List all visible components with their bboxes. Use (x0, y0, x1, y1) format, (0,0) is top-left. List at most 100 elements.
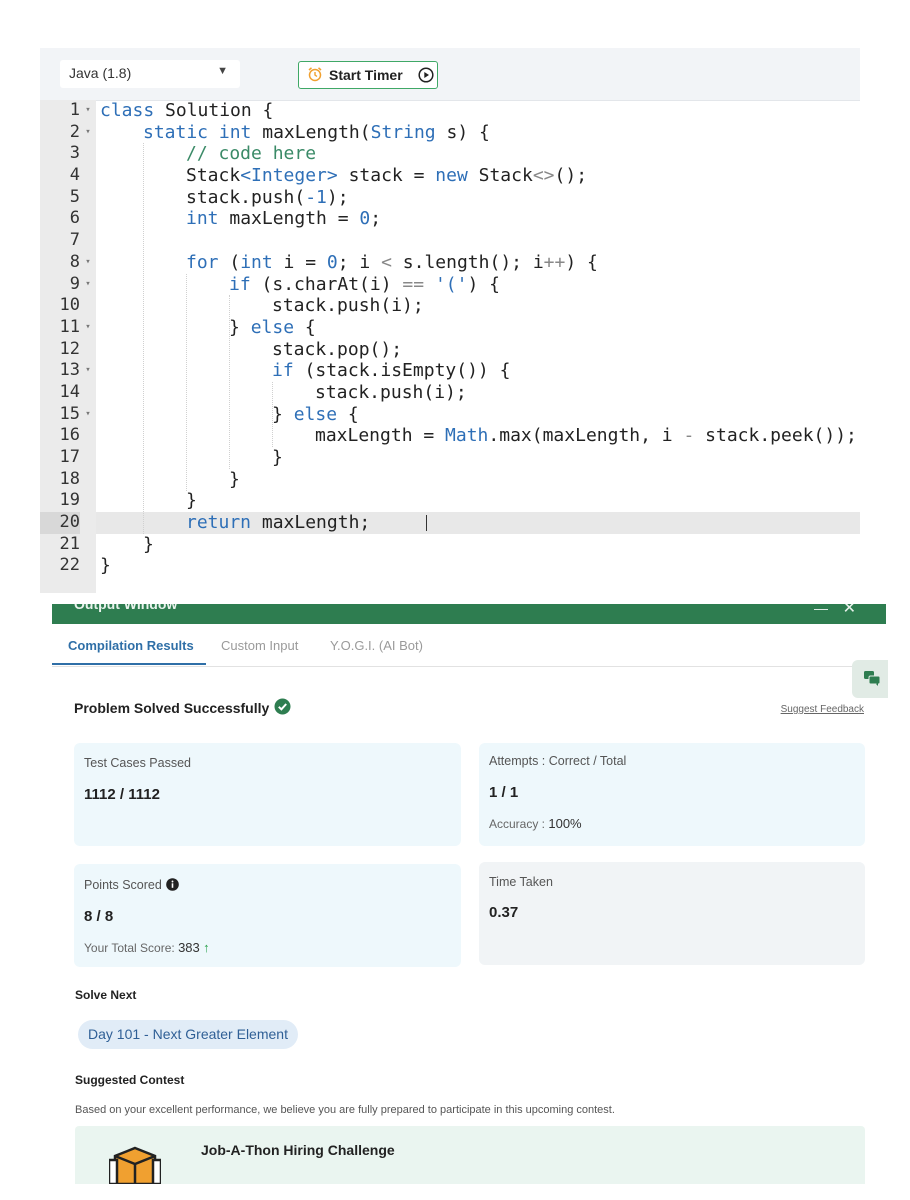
code-line[interactable]: 21} (40, 534, 860, 556)
accuracy-value: 100% (548, 816, 582, 831)
close-icon[interactable]: ✕ (843, 604, 856, 618)
tab-custom-input[interactable]: Custom Input (221, 638, 298, 653)
code-line[interactable]: 19} (40, 490, 860, 512)
suggest-feedback-link[interactable]: Suggest Feedback (781, 704, 864, 715)
output-window-header: Output Window — ✕ (52, 604, 886, 624)
fold-arrow-icon[interactable]: ▾ (82, 252, 94, 274)
code-line[interactable]: 2 ▾ static int maxLength(String s) { (40, 122, 860, 144)
code-line[interactable]: 9 ▾ if (s.charAt(i) == '(') { (40, 274, 860, 296)
start-timer-button[interactable]: Start Timer (298, 61, 438, 89)
code-line[interactable]: 1 ▾ class Solution { (40, 100, 860, 122)
code-token: static (143, 121, 209, 143)
code-line[interactable]: 17} (40, 447, 860, 469)
code-token: // code here (186, 143, 317, 165)
code-token: Stack (186, 165, 241, 187)
code-line-content: class Solution { (96, 100, 860, 122)
code-text: stack.push(i); (272, 295, 424, 317)
language-select[interactable]: Java (1.8) ▼ (60, 60, 240, 88)
fold-arrow-icon[interactable]: ▾ (82, 360, 94, 382)
total-score-text: Your Total Score: 383 ↑ (84, 940, 210, 955)
code-token: ( (218, 251, 241, 273)
code-token: Solution { (154, 100, 274, 121)
code-line[interactable]: 12 stack.pop(); (40, 339, 860, 361)
code-line[interactable]: 8 ▾ for (int i = 0; i < s.length(); i++) { (40, 252, 860, 274)
contest-card[interactable]: Job-A-Thon Hiring Challenge (75, 1126, 865, 1184)
code-line-content: } (96, 534, 860, 556)
code-token: stack.peek()); (694, 425, 857, 447)
code-token: } (272, 403, 294, 425)
fold-arrow-icon[interactable]: ▾ (82, 317, 94, 339)
fold-arrow-icon[interactable]: ▾ (82, 404, 94, 426)
code-line[interactable]: 18} (40, 469, 860, 491)
fold-arrow-icon[interactable]: ▾ (82, 274, 94, 296)
code-line[interactable]: 4 Stack<Integer> stack = new Stack<>(); (40, 165, 860, 187)
code-text: } (229, 469, 240, 491)
line-number: 12 (59, 338, 80, 359)
start-timer-label: Start Timer (329, 67, 403, 83)
code-line[interactable]: 20 return maxLength; (40, 512, 860, 534)
code-line[interactable]: 6 int maxLength = 0; (40, 208, 860, 230)
code-token: <Integer> (240, 165, 338, 187)
code-area[interactable]: 1 ▾ class Solution {2 ▾ static int maxLength… (40, 100, 860, 577)
active-tab-underline (52, 663, 206, 665)
code-token: ) { (467, 273, 500, 295)
line-number: 1 (69, 100, 80, 120)
line-number: 19 (59, 490, 80, 511)
code-token: int (186, 208, 219, 230)
code-line[interactable]: 16 maxLength = Math.max(maxLength, i - st… (40, 425, 860, 447)
time-taken-card: Time Taken 0.37 (479, 862, 865, 965)
code-line-content: } else { (96, 404, 860, 426)
points-label-row: Points Scored (84, 878, 179, 894)
code-text: for (int i = 0; i < s.length(); i++) { (186, 252, 598, 274)
code-token: maxLength; (251, 512, 371, 534)
fold-arrow-icon[interactable]: ▾ (82, 122, 94, 144)
code-text: stack.pop(); (272, 339, 402, 361)
code-token: i = (272, 251, 327, 273)
attempts-value: 1 / 1 (489, 784, 519, 801)
code-line[interactable]: 11 ▾} else { (40, 317, 860, 339)
line-number: 11 (59, 316, 80, 337)
alarm-clock-icon (307, 66, 323, 87)
time-taken-value: 0.37 (489, 904, 519, 921)
minimize-icon[interactable]: — (814, 604, 828, 616)
line-number: 9 (69, 273, 80, 294)
code-text: } (186, 490, 197, 512)
code-token: stack.push(i); (272, 295, 424, 317)
code-text: static int maxLength(String s) { (143, 122, 490, 144)
fold-arrow-icon[interactable]: ▾ (82, 100, 94, 122)
code-token: } (186, 490, 197, 512)
info-icon[interactable] (166, 878, 179, 894)
code-line[interactable]: 3 // code here (40, 143, 860, 165)
solve-next-chip[interactable]: Day 101 - Next Greater Element (78, 1020, 298, 1049)
code-text: if (s.charAt(i) == '(') { (229, 274, 500, 296)
code-line[interactable]: 15 ▾} else { (40, 404, 860, 426)
code-text: return maxLength; (186, 512, 370, 534)
line-number: 22 (59, 555, 80, 576)
code-line-content: maxLength = Math.max(maxLength, i - stac… (96, 425, 860, 447)
code-token: Math (445, 425, 489, 447)
tab-compilation-results[interactable]: Compilation Results (68, 638, 194, 653)
line-number: 14 (59, 381, 80, 402)
code-line[interactable]: 7 (40, 230, 860, 252)
code-line[interactable]: 13 ▾ if (stack.isEmpty()) { (40, 360, 860, 382)
code-line-content: } (96, 469, 860, 491)
code-line[interactable]: 5 stack.push(-1); (40, 187, 860, 209)
play-circle-icon (418, 67, 434, 88)
line-number: 16 (59, 425, 80, 446)
code-line[interactable]: 22} (40, 555, 860, 577)
code-line[interactable]: 10 stack.push(i); (40, 295, 860, 317)
code-token: for (186, 251, 219, 273)
code-token: stack = (337, 165, 436, 187)
code-token: -1 (305, 186, 327, 208)
suggested-contest-title: Suggested Contest (75, 1073, 185, 1087)
contest-name: Job-A-Thon Hiring Challenge (201, 1142, 395, 1158)
test-cases-card: Test Cases Passed 1112 / 1112 (74, 743, 461, 846)
code-line-content: stack.push(i); (96, 295, 860, 317)
code-text: stack.push(i); (315, 382, 467, 404)
code-token: String (370, 121, 436, 143)
code-line[interactable]: 14 stack.push(i); (40, 382, 860, 404)
tab-yogi-ai-bot[interactable]: Y.O.G.I. (AI Bot) (330, 638, 423, 653)
chat-button[interactable] (852, 660, 888, 698)
code-editor[interactable]: Java (1.8) ▼ Start Timer 1 ▾ class Solutio… (40, 48, 860, 593)
